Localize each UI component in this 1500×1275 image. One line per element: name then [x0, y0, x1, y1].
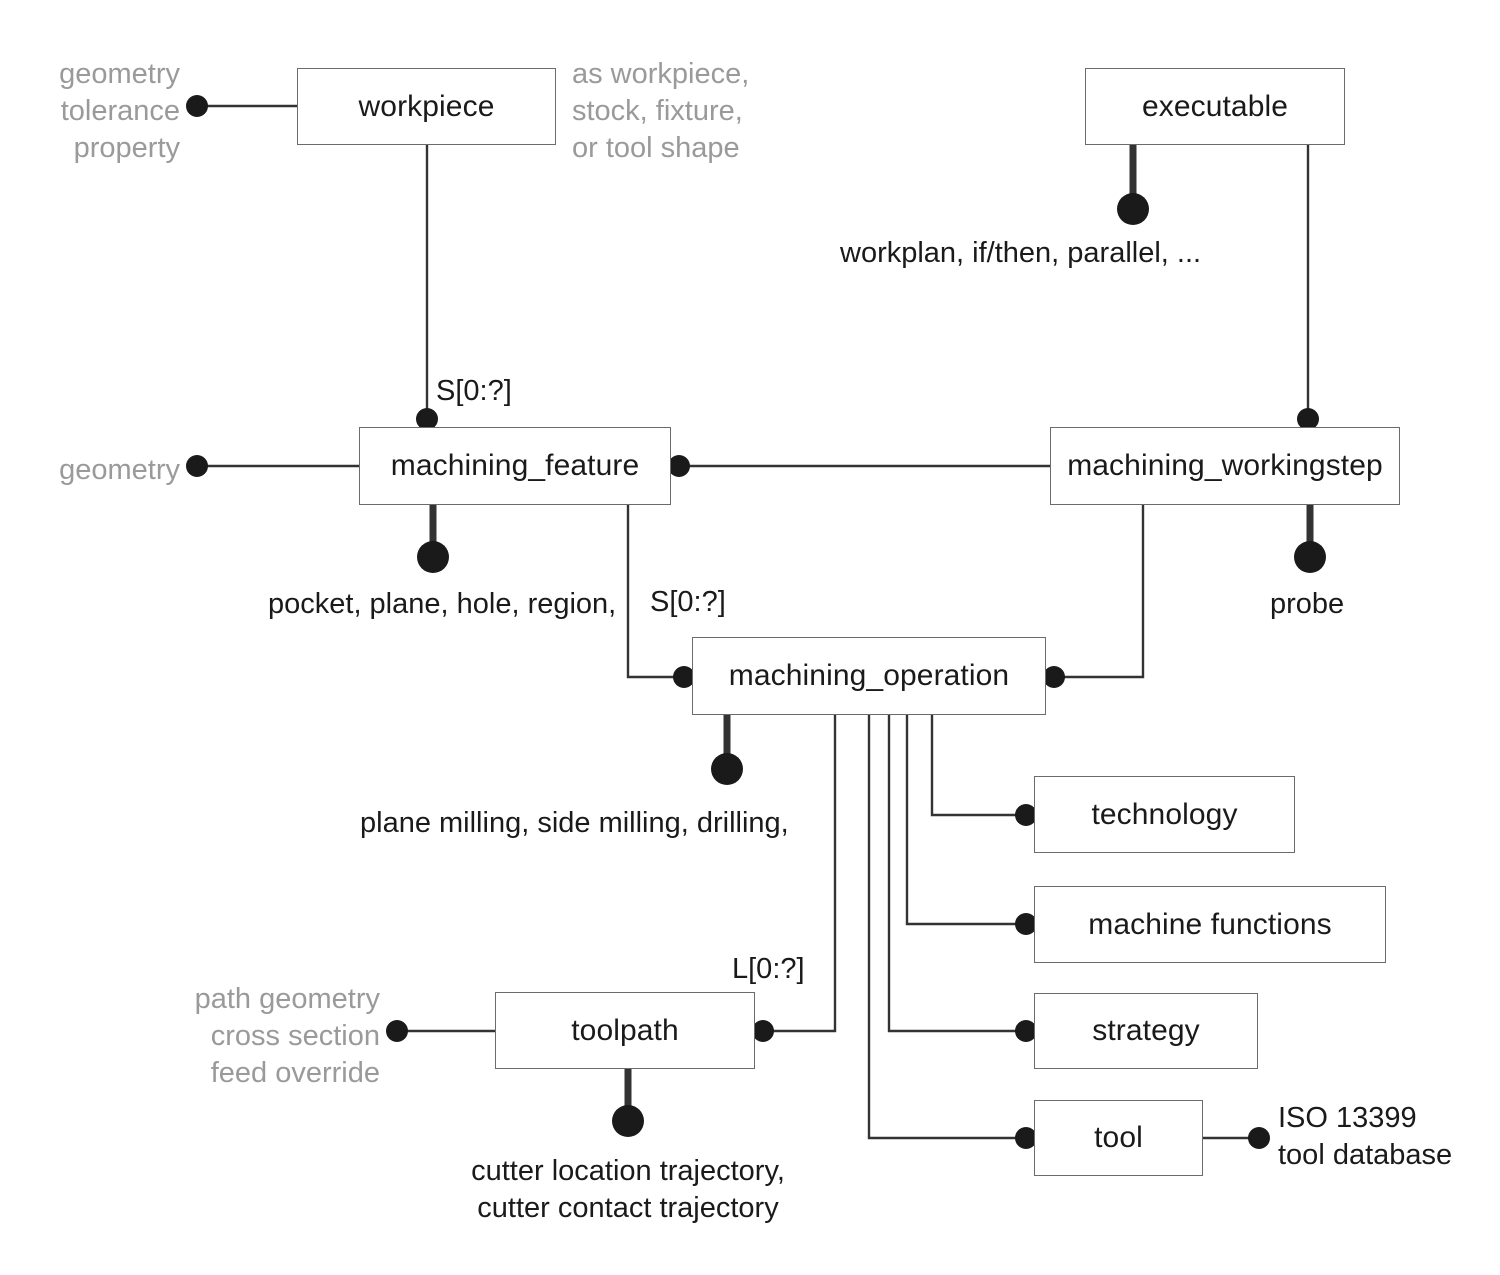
wire-operation-to-technology	[930, 715, 1034, 817]
diagram-canvas: workpiece executable machining_feature m…	[0, 0, 1500, 1275]
entity-box-machine-functions[interactable]: machine functions	[1034, 886, 1386, 963]
entity-box-machining-operation[interactable]: machining_operation	[692, 637, 1046, 715]
dot-feature-subtype	[417, 541, 449, 573]
attribute-label-workpiece: geometry tolerance property	[59, 58, 180, 165]
entity-box-technology[interactable]: technology	[1034, 776, 1295, 853]
dot-toolpath-subtype	[612, 1105, 644, 1137]
entity-box-strategy[interactable]: strategy	[1034, 993, 1258, 1069]
attribute-label-toolpath: path geometry cross section feed overrid…	[194, 983, 380, 1090]
dot-iso-database	[1248, 1127, 1270, 1149]
wire-workingstep-to-operation	[1046, 505, 1145, 679]
attribute-label-machining-feature: geometry	[59, 454, 180, 486]
wire-operation-to-strategy	[887, 715, 1034, 1033]
entity-label-strategy: strategy	[1092, 1014, 1200, 1047]
entity-box-workpiece[interactable]: workpiece	[297, 68, 556, 145]
subtype-label-machining-feature: pocket, plane, hole, region,	[268, 588, 617, 620]
entity-label-technology: technology	[1091, 797, 1238, 831]
attribute-label-workpiece-roles: as workpiece, stock, fixture, or tool sh…	[572, 58, 750, 165]
dot-operation-subtype	[711, 753, 743, 785]
dot-workpiece-attributes	[186, 95, 208, 117]
entity-label-tool: tool	[1094, 1121, 1143, 1154]
entity-label-workpiece: workpiece	[358, 89, 495, 123]
dot-toolpath-to-operation	[752, 1020, 774, 1042]
entity-box-machining-workingstep[interactable]: machining_workingstep	[1050, 427, 1400, 505]
external-label-iso-tool-database: ISO 13399 tool database	[1278, 1102, 1453, 1172]
entity-label-machining-feature: machining_feature	[390, 449, 640, 482]
dot-workingstep-subtype	[1294, 541, 1326, 573]
wire-operation-to-machine-functions	[905, 715, 1034, 926]
entity-label-executable: executable	[1141, 89, 1289, 123]
entity-label-machining-workingstep: machining_workingstep	[1067, 449, 1383, 482]
entity-label-toolpath: toolpath	[571, 1013, 679, 1047]
entity-box-tool[interactable]: tool	[1034, 1100, 1203, 1176]
subtype-label-toolpath: cutter location trajectory, cutter conta…	[471, 1155, 785, 1225]
wire-operation-to-tool	[867, 715, 1034, 1140]
dot-toolpath-attributes	[386, 1020, 408, 1042]
dot-operation-to-workingstep	[1043, 666, 1065, 688]
cardinality-feature-to-operation: S[0:?]	[650, 586, 726, 618]
dot-feature-attributes	[186, 455, 208, 477]
entity-box-machining-feature[interactable]: machining_feature	[359, 427, 671, 505]
subtype-label-executable: workplan, if/then, parallel, ...	[840, 237, 1202, 269]
entity-box-toolpath[interactable]: toolpath	[495, 992, 755, 1069]
entity-label-machining-operation: machining_operation	[728, 659, 1010, 692]
cardinality-operation-to-toolpath: L[0:?]	[732, 953, 805, 985]
subtype-label-machining-workingstep: probe	[1270, 588, 1345, 620]
subtype-label-machining-operation: plane milling, side milling, drilling,	[360, 807, 789, 839]
dot-executable-subtype	[1117, 193, 1149, 225]
entity-label-machine-functions: machine functions	[1088, 907, 1332, 941]
cardinality-workpiece-to-feature: S[0:?]	[436, 375, 512, 407]
dot-feature-to-workingstep	[668, 455, 690, 477]
entity-box-executable[interactable]: executable	[1085, 68, 1345, 145]
